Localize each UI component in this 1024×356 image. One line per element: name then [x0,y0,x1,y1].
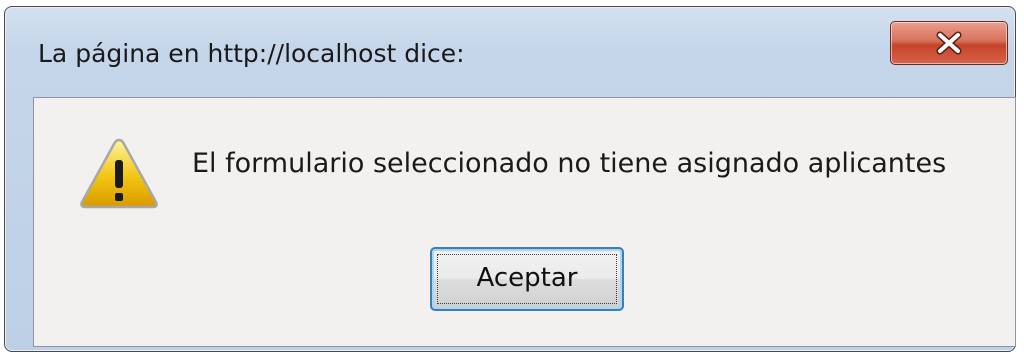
dialog-content: El formulario seleccionado no tiene asig… [33,97,1016,347]
screenshot-frame: La página en http://localhost dice: El f… [0,0,1024,356]
ok-button-label: Aceptar [476,263,578,293]
alert-dialog: La página en http://localhost dice: El f… [4,6,1016,352]
dialog-title: La página en http://localhost dice: [38,39,465,68]
close-button[interactable] [890,21,1008,65]
ok-button[interactable]: Aceptar [430,247,624,311]
close-icon [936,31,962,55]
title-bar[interactable]: La página en http://localhost dice: [5,7,1015,85]
alert-message: El formulario seleccionado no tiene asig… [192,148,947,179]
warning-icon [80,138,158,209]
